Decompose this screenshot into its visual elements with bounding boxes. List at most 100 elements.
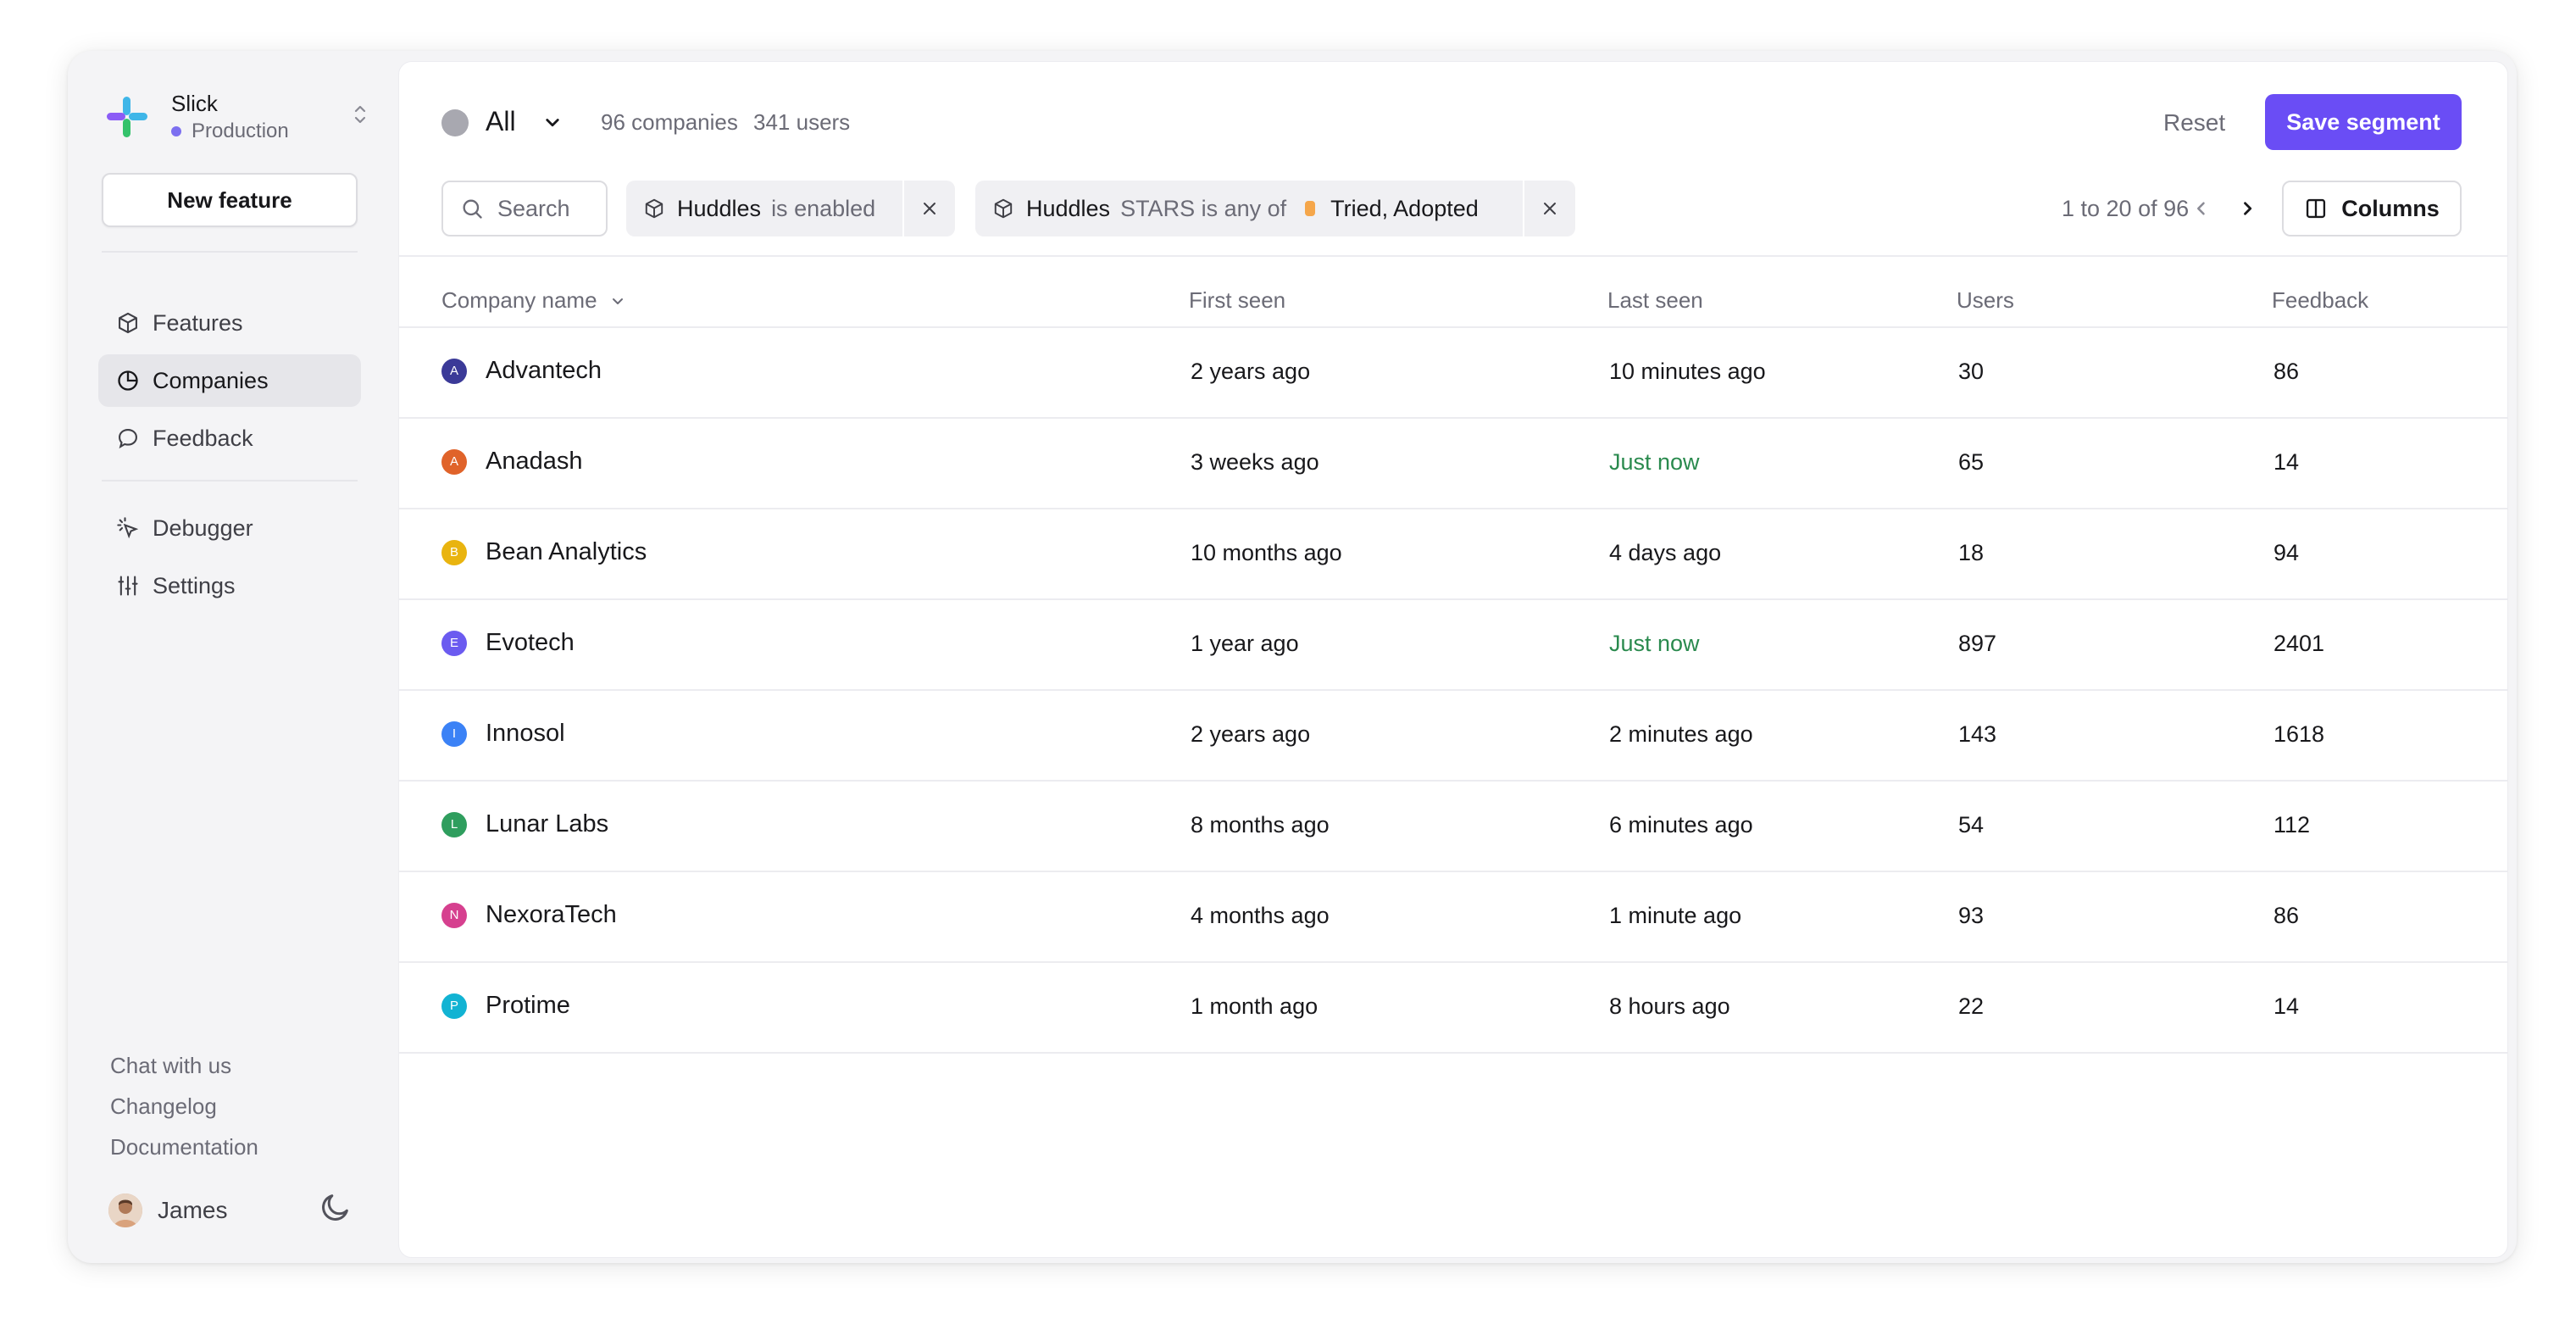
- first-seen-cell: 10 months ago: [1191, 540, 1342, 565]
- table-row[interactable]: P Protime 1 month ago 8 hours ago 22 14: [399, 963, 2507, 1054]
- sidebar-item-label: Companies: [153, 367, 269, 393]
- users-cell: 93: [1958, 903, 1985, 928]
- company-name: Bean Analytics: [486, 538, 647, 565]
- cube-icon: [645, 198, 663, 219]
- company-initial-badge: A: [441, 448, 467, 475]
- stars-status-dot: [1305, 201, 1316, 216]
- chevron-left-icon[interactable]: [2189, 196, 2214, 221]
- chat-with-us-link[interactable]: Chat with us: [110, 1053, 231, 1079]
- first-seen-cell: 8 months ago: [1191, 812, 1330, 837]
- row-divider: [399, 1052, 2507, 1054]
- documentation-link[interactable]: Documentation: [110, 1134, 258, 1160]
- column-header-company-name[interactable]: Company name: [441, 287, 628, 314]
- sidebar-item-label: Debugger: [153, 515, 253, 541]
- company-name-cell[interactable]: I Innosol: [441, 720, 565, 748]
- table-row[interactable]: B Bean Analytics 10 months ago 4 days ago 18…: [399, 509, 2507, 600]
- company-name-cell[interactable]: E Evotech: [441, 629, 575, 657]
- column-header-users[interactable]: Users: [1957, 287, 2014, 314]
- feedback-cell: 112: [2273, 812, 2311, 837]
- first-seen-cell: 4 months ago: [1191, 903, 1330, 928]
- sidebar-item-debugger[interactable]: Debugger: [98, 502, 361, 554]
- last-seen-cell: Just now: [1609, 449, 1700, 475]
- main-panel: All 96 companies 341 users Reset Save se…: [398, 61, 2508, 1258]
- column-header-first-seen[interactable]: First seen: [1189, 287, 1285, 314]
- company-initial-badge: L: [441, 811, 467, 837]
- filter-chip-stars[interactable]: Huddles STARS is any of Tried, Adopted: [975, 181, 1575, 236]
- chat-bubble-icon: [115, 426, 141, 451]
- org-switcher[interactable]: Slick Production: [105, 86, 376, 147]
- company-name-cell[interactable]: A Advantech: [441, 357, 602, 385]
- avatar: [108, 1194, 142, 1227]
- search-icon: [463, 199, 482, 219]
- save-segment-button[interactable]: Save segment: [2265, 94, 2462, 150]
- company-initial-badge: A: [441, 358, 467, 384]
- feedback-cell: 1618: [2273, 721, 2325, 747]
- user-menu[interactable]: James: [108, 1194, 227, 1227]
- company-name-cell[interactable]: A Anadash: [441, 448, 583, 476]
- cube-icon: [115, 310, 141, 336]
- changelog-link[interactable]: Changelog: [110, 1093, 217, 1120]
- table-row[interactable]: I Innosol 2 years ago 2 minutes ago 143 1618: [399, 691, 2507, 782]
- slick-logo-icon: [105, 95, 149, 139]
- company-name-cell[interactable]: B Bean Analytics: [441, 538, 647, 566]
- user-name: James: [158, 1197, 228, 1223]
- column-header-last-seen[interactable]: Last seen: [1607, 287, 1703, 314]
- sidebar: Slick Production New feature Features Co…: [68, 51, 390, 1263]
- filter-feature: Huddles: [1026, 195, 1111, 221]
- feedback-cell: 94: [2273, 540, 2300, 565]
- users-count: 341 users: [753, 109, 851, 135]
- pie-chart-icon: [115, 368, 141, 393]
- sidebar-item-label: Settings: [153, 572, 236, 598]
- segment-color-dot: [441, 109, 469, 136]
- column-header-feedback[interactable]: Feedback: [2272, 287, 2368, 314]
- sidebar-item-label: Feedback: [153, 425, 253, 451]
- remove-filter-button[interactable]: [1523, 181, 1575, 236]
- users-cell: 897: [1958, 631, 1997, 656]
- users-cell: 18: [1958, 540, 1985, 565]
- search-input[interactable]: Search: [441, 181, 608, 236]
- first-seen-cell: 2 years ago: [1191, 721, 1311, 747]
- company-name-cell[interactable]: L Lunar Labs: [441, 810, 608, 838]
- close-icon: [1544, 203, 1556, 214]
- first-seen-cell: 2 years ago: [1191, 359, 1311, 384]
- company-name: Innosol: [486, 720, 565, 747]
- columns-icon: [2307, 198, 2326, 219]
- environment-label: Production: [192, 120, 289, 142]
- table-row[interactable]: A Anadash 3 weeks ago Just now 65 14: [399, 419, 2507, 509]
- company-name-cell[interactable]: P Protime: [441, 992, 570, 1020]
- chevron-down-icon[interactable]: [540, 109, 565, 135]
- new-feature-button[interactable]: New feature: [102, 173, 358, 227]
- companies-count: 96 companies: [601, 109, 738, 135]
- users-cell: 54: [1958, 812, 1985, 837]
- sidebar-item-label: Features: [153, 309, 243, 336]
- feedback-cell: 14: [2273, 449, 2300, 475]
- company-name-cell[interactable]: N NexoraTech: [441, 901, 617, 929]
- table-row[interactable]: L Lunar Labs 8 months ago 6 minutes ago 54 11…: [399, 782, 2507, 872]
- reset-button[interactable]: Reset: [2163, 109, 2225, 136]
- table-row[interactable]: E Evotech 1 year ago Just now 897 2401: [399, 600, 2507, 691]
- table-row[interactable]: A Advantech 2 years ago 10 minutes ago 30 86: [399, 328, 2507, 419]
- filter-chip-enabled[interactable]: Huddles is enabled: [626, 181, 955, 236]
- sidebar-item-features[interactable]: Features: [98, 297, 361, 349]
- table-row[interactable]: N NexoraTech 4 months ago 1 minute ago 93 86: [399, 872, 2507, 963]
- company-initial-badge: I: [441, 721, 467, 747]
- columns-label: Columns: [2341, 195, 2440, 221]
- company-name: Evotech: [486, 629, 575, 656]
- sidebar-item-feedback[interactable]: Feedback: [98, 412, 361, 465]
- sidebar-item-settings[interactable]: Settings: [98, 559, 361, 612]
- moon-icon[interactable]: [319, 1190, 356, 1227]
- chevron-right-icon[interactable]: [2235, 196, 2260, 221]
- sidebar-divider: [102, 251, 358, 253]
- remove-filter-button[interactable]: [902, 181, 955, 236]
- segment-name[interactable]: All: [486, 106, 516, 137]
- chevron-down-icon: [612, 298, 623, 304]
- toolbar-divider: [399, 255, 2507, 257]
- feedback-cell: 14: [2273, 993, 2300, 1019]
- header-label: Company name: [441, 287, 597, 313]
- last-seen-cell: 4 days ago: [1609, 540, 1722, 565]
- company-initial-badge: P: [441, 993, 467, 1019]
- company-initial-badge: N: [441, 902, 467, 928]
- columns-button[interactable]: Columns: [2282, 181, 2462, 236]
- last-seen-cell: 8 hours ago: [1609, 993, 1730, 1019]
- sidebar-item-companies[interactable]: Companies: [98, 354, 361, 407]
